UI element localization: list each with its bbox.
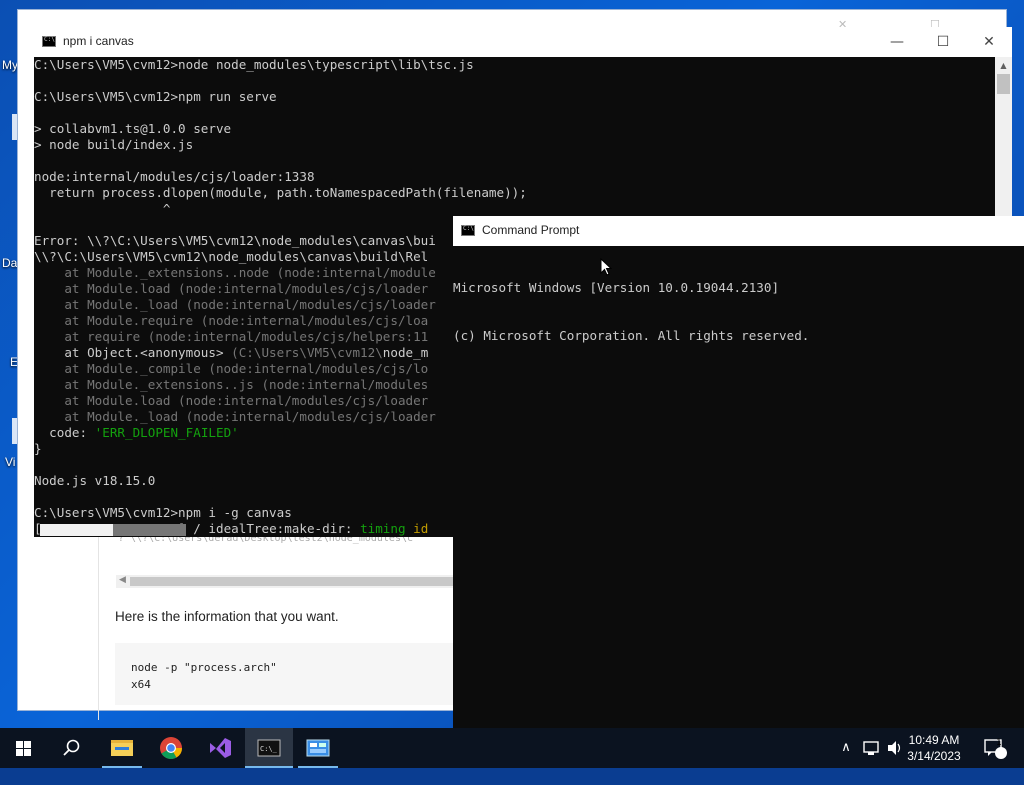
scrollbar-thumb[interactable] xyxy=(130,577,470,586)
scroll-up-icon[interactable]: ▲ xyxy=(995,57,1012,74)
windows-logo-icon xyxy=(16,741,31,756)
console-text: code: xyxy=(34,425,95,440)
console-text: at Object.<anonymous> xyxy=(34,345,232,360)
visual-studio-icon xyxy=(210,738,231,758)
taskbar-app-chrome[interactable] xyxy=(147,728,195,768)
desktop-icon-label[interactable]: E xyxy=(10,355,18,369)
window-title: Command Prompt xyxy=(482,223,580,237)
horizontal-scrollbar[interactable]: ◀ xyxy=(116,575,470,588)
browser-page-content: ? \\?\C:\Users\derad\Desktop\test2\node_… xyxy=(98,525,470,720)
console-line: ^ xyxy=(34,201,527,217)
console-text: at Module.load (node:internal/modules/cj… xyxy=(34,281,429,296)
taskbar-app-control-panel[interactable] xyxy=(294,728,342,768)
npm-progress-bar xyxy=(34,521,186,537)
console-line: C:\Users\VM5\cvm12>node node_modules\typ… xyxy=(34,57,527,73)
minimize-button[interactable]: — xyxy=(874,27,920,57)
console-line: > node build/index.js xyxy=(34,137,527,153)
console-text: C:\Users\VM5\cvm12>node node_modules\typ… xyxy=(34,57,474,72)
svg-text:C:\_: C:\_ xyxy=(260,745,278,753)
notification-count: 1 xyxy=(996,738,1002,748)
console-text: at Module._extensions..node (node:intern… xyxy=(34,265,436,280)
scrollbar-thumb[interactable] xyxy=(997,74,1010,94)
network-icon[interactable] xyxy=(860,728,882,768)
content-divider xyxy=(98,525,99,720)
taskbar-app-file-explorer[interactable] xyxy=(98,728,146,768)
title-bar[interactable]: npm i canvas — ☐ ✕ xyxy=(34,27,1012,57)
console-line: (c) Microsoft Corporation. All rights re… xyxy=(453,328,810,343)
search-icon xyxy=(63,739,80,756)
console-text: at Module._extensions..js (node:internal… xyxy=(34,377,429,392)
console-text: > node build/index.js xyxy=(34,137,194,152)
console-text: (C:\Users\VM5\cvm12\ xyxy=(231,345,383,360)
file-explorer-icon xyxy=(111,740,133,756)
console-text: at Module.load (node:internal/modules/cj… xyxy=(34,393,429,408)
console-text: at require (node:internal/modules/cjs/he… xyxy=(34,329,429,344)
console-line: Microsoft Windows [Version 10.0.19044.21… xyxy=(453,280,780,295)
scroll-left-icon[interactable]: ◀ xyxy=(119,575,126,585)
close-button[interactable]: ✕ xyxy=(966,27,1012,57)
taskbar: C:\_ ∧ 10:49 AM 3/14/2023 1 xyxy=(0,728,1024,768)
console-text: \\?\C:\Users\VM5\cvm12\node_modules\canv… xyxy=(34,249,429,264)
console-text: at Module._load (node:internal/modules/c… xyxy=(34,409,436,424)
start-button[interactable] xyxy=(0,728,48,768)
show-hidden-icons-chevron-icon[interactable]: ∧ xyxy=(836,728,856,768)
desktop-icon-label[interactable]: My xyxy=(2,58,18,72)
info-text: Here is the information that you want. xyxy=(115,609,339,624)
desktop-icon-label[interactable]: Da xyxy=(2,256,17,270)
title-bar[interactable]: Command Prompt xyxy=(453,216,1024,246)
console-text: ^ xyxy=(34,201,171,216)
console-text: at Module._compile (node:internal/module… xyxy=(34,361,429,376)
console-text: } xyxy=(34,441,42,456)
console-text: at Module.require (node:internal/modules… xyxy=(34,313,429,328)
chrome-icon xyxy=(160,737,182,759)
console-text: id xyxy=(413,521,429,536)
notification-icon xyxy=(984,739,1007,759)
desktop-icon-label[interactable]: Vi xyxy=(5,455,15,469)
search-button[interactable] xyxy=(48,728,96,768)
console-output[interactable]: Microsoft Windows [Version 10.0.19044.21… xyxy=(453,248,809,376)
console-line: node:internal/modules/cjs/loader:1338 xyxy=(34,169,527,185)
taskbar-app-visual-studio[interactable] xyxy=(196,728,244,768)
command-prompt-icon: C:\_ xyxy=(257,739,281,757)
console-line: return process.dlopen(module, path.toNam… xyxy=(34,185,527,201)
control-panel-icon xyxy=(306,739,330,757)
maximize-button[interactable]: ☐ xyxy=(920,27,966,57)
console-text: return process.dlopen(module, path.toNam… xyxy=(34,185,527,200)
system-clock[interactable]: 10:49 AM 3/14/2023 xyxy=(899,732,969,764)
console-icon xyxy=(461,225,475,236)
console-text: node_m xyxy=(382,345,429,360)
console-text: Error: \\?\C:\Users\VM5\cvm12\node_modul… xyxy=(34,233,436,248)
console-text: ] / idealTree:make-dir: xyxy=(178,521,361,536)
action-center-button[interactable]: 1 xyxy=(980,728,1010,768)
code-block: node -p "process.arch" x64 xyxy=(115,643,470,705)
console-line: > collabvm1.ts@1.0.0 serve xyxy=(34,121,527,137)
console-line: C:\Users\VM5\cvm12>npm run serve xyxy=(34,89,527,105)
console-text: > collabvm1.ts@1.0.0 serve xyxy=(34,121,232,136)
console-icon xyxy=(42,36,56,47)
code-line: x64 xyxy=(131,678,151,691)
console-text: node:internal/modules/cjs/loader:1338 xyxy=(34,169,315,184)
console-text: C:\Users\VM5\cvm12>npm i -g canvas xyxy=(34,505,292,520)
console-text: 'ERR_DLOPEN_FAILED' xyxy=(94,425,239,440)
console-text: at Module._load (node:internal/modules/c… xyxy=(34,297,436,312)
taskbar-app-command-prompt[interactable]: C:\_ xyxy=(245,728,293,768)
mouse-pointer-icon xyxy=(600,258,612,276)
clock-time: 10:49 AM xyxy=(908,733,960,747)
console-text: timing xyxy=(360,521,414,536)
console-text: C:\Users\VM5\cvm12>npm run serve xyxy=(34,89,277,104)
code-line: node -p "process.arch" xyxy=(131,661,277,674)
console-text: Node.js v18.15.0 xyxy=(34,473,156,488)
command-prompt-window[interactable]: Command Prompt Microsoft Windows [Versio… xyxy=(453,216,1024,728)
clock-date: 3/14/2023 xyxy=(907,749,961,763)
window-title: npm i canvas xyxy=(63,34,134,48)
